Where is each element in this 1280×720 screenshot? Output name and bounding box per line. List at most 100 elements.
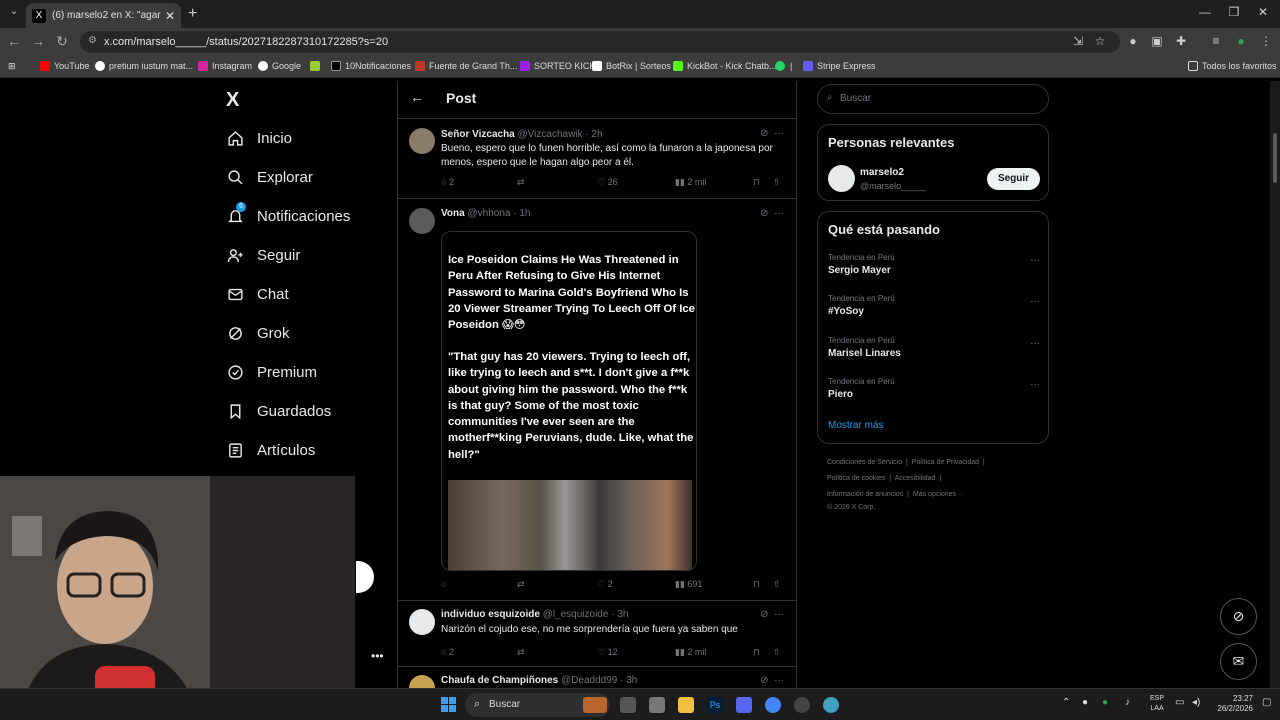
grok-fab-icon[interactable]: ⊘ — [1220, 598, 1257, 635]
reply-button[interactable]: ○ — [441, 579, 446, 589]
new-tab-icon[interactable]: + — [188, 5, 197, 23]
extension-icon[interactable]: ● — [1125, 34, 1141, 48]
task-view-icon[interactable] — [620, 697, 636, 713]
sidebar-item-explorar[interactable]: Explorar — [226, 168, 313, 186]
grok-and-more-icon[interactable]: ⊘ ··· — [760, 675, 784, 686]
browser-tab[interactable]: X (6) marselo2 en X: "agarra al ca ✕ — [26, 3, 181, 28]
like-button[interactable]: ♡ 2 — [597, 579, 613, 590]
site-info-icon[interactable]: ⚙ — [88, 35, 97, 46]
reply-button[interactable]: ○ 2 — [441, 647, 454, 657]
footer-ads-link[interactable]: Información de anuncios — [827, 491, 903, 498]
apps-icon[interactable]: ⊞ — [8, 61, 16, 72]
retweet-button[interactable]: ⇄ — [517, 579, 525, 590]
sidebar-item-premium[interactable]: Premium — [226, 363, 317, 381]
search-highlight-icon[interactable] — [583, 697, 607, 713]
reply-author[interactable]: individuo esquizoide @l_esquizoide · 3h — [441, 609, 628, 620]
puzzle-icon[interactable]: ✚ — [1173, 34, 1189, 48]
bookmark-extra[interactable] — [310, 61, 324, 71]
star-icon[interactable]: ☆ — [1092, 34, 1108, 48]
profile-avatar-icon[interactable]: ● — [1233, 34, 1249, 48]
all-bookmarks[interactable]: Todos los favoritos — [1188, 61, 1277, 71]
floating-button[interactable] — [356, 561, 374, 593]
photoshop-icon[interactable]: Ps — [707, 697, 723, 713]
share-button[interactable]: ⇧ — [773, 647, 781, 658]
sidebar-item-inicio[interactable]: Inicio — [226, 129, 292, 147]
tray-icon[interactable]: ● — [1102, 697, 1108, 708]
footer-more-link[interactable]: Más opciones ··· — [913, 491, 965, 498]
tray-icon[interactable]: ● — [1082, 697, 1088, 708]
show-more-link[interactable]: Mostrar más — [828, 420, 884, 431]
notification-icon[interactable]: ▢ — [1262, 697, 1271, 708]
sidebar-item-grok[interactable]: Grok — [226, 324, 290, 342]
bookmark-botrix[interactable]: BotRix | Sorteos — [592, 61, 671, 71]
views-button[interactable]: ▮▮ 2 mil — [675, 177, 706, 188]
avatar[interactable] — [409, 675, 435, 688]
bookmark-google[interactable]: Google — [258, 61, 301, 71]
page-scrollbar[interactable] — [1270, 81, 1280, 688]
bookmark-kickbot[interactable]: KickBot - Kick Chatb... — [673, 61, 777, 71]
bookmark-button[interactable]: ⊓ — [753, 177, 760, 188]
bookmark-button[interactable]: ⊓ — [753, 647, 760, 658]
grok-and-more-icon[interactable]: ⊘ ··· — [760, 208, 784, 219]
volume-icon[interactable]: ◂) — [1192, 697, 1200, 708]
bookmark-instagram[interactable]: Instagram — [198, 61, 252, 71]
follow-button[interactable]: Seguir — [987, 168, 1040, 190]
menu-icon[interactable]: ⋮ — [1258, 34, 1274, 48]
reply-author[interactable]: Chaufa de Champiñones @Deaddd99 · 3h — [441, 675, 637, 686]
sidebar-item-chat[interactable]: Chat — [226, 285, 289, 303]
trend-item[interactable]: Tendencia en Perú #YoSoy ··· — [828, 294, 1040, 317]
trend-item[interactable]: Tendencia en Perú Piero ··· — [828, 377, 1040, 400]
clock[interactable]: 23:27 26/2/2026 — [1208, 694, 1253, 714]
reply-author[interactable]: Vona @vhhona · 1h — [441, 208, 530, 219]
sidebar-item-notificaciones[interactable]: 6 Notificaciones — [226, 202, 350, 225]
search-input[interactable]: ⌕ Buscar — [817, 84, 1049, 114]
trend-item[interactable]: Tendencia en Perú Sergio Mayer ··· — [828, 253, 1040, 276]
app-icon[interactable] — [823, 697, 839, 713]
grok-and-more-icon[interactable]: ⊘ ··· — [760, 609, 784, 620]
extension-icon[interactable]: ▣ — [1149, 34, 1165, 48]
restore-icon[interactable]: ❐ — [1224, 5, 1244, 19]
footer-privacy-link[interactable]: Política de Privacidad — [912, 459, 979, 466]
footer-terms-link[interactable]: Condiciones de Servicio — [827, 459, 902, 466]
bookmark-stripe[interactable]: Stripe Express — [803, 61, 876, 71]
tray-chevron-icon[interactable]: ⌃ — [1062, 697, 1070, 708]
messages-fab-icon[interactable]: ✉ — [1220, 643, 1257, 680]
x-logo-icon[interactable]: X — [226, 89, 239, 112]
bookmark-fuente[interactable]: Fuente de Grand Th... — [415, 61, 517, 71]
person-name[interactable]: marselo2 — [860, 167, 904, 178]
views-button[interactable]: ▮▮ 2 mil — [675, 647, 706, 658]
views-button[interactable]: ▮▮ 691 — [675, 579, 702, 590]
sidebar-item-articulos[interactable]: Artículos — [226, 441, 315, 459]
footer-accessibility-link[interactable]: Accesibilidad — [895, 475, 936, 482]
avatar[interactable] — [409, 609, 435, 635]
minimize-icon[interactable]: — — [1195, 5, 1215, 19]
tab-search-icon[interactable]: ⌄ — [6, 6, 22, 22]
more-icon[interactable]: ··· — [1030, 338, 1040, 349]
bookmark-pretium[interactable]: pretium iustum mat... — [95, 61, 193, 71]
bookmark-button[interactable]: ⊓ — [753, 579, 760, 590]
grok-and-more-icon[interactable]: ⊘ ··· — [760, 128, 784, 139]
avatar[interactable] — [409, 128, 435, 154]
reply-item[interactable]: Chaufa de Champiñones @Deaddd99 · 3h ⊘ ·… — [398, 667, 796, 688]
more-icon[interactable]: ··· — [1030, 379, 1040, 390]
bookmark-youtube[interactable]: YouTube — [40, 61, 89, 71]
language-indicator[interactable]: ESP LAA — [1150, 694, 1164, 714]
windows-start-icon[interactable] — [441, 697, 456, 712]
scroll-thumb[interactable] — [1273, 133, 1277, 183]
avatar[interactable] — [409, 208, 435, 234]
more-icon[interactable]: ··· — [1030, 255, 1040, 266]
like-button[interactable]: ♡ 26 — [597, 177, 618, 188]
share-button[interactable]: ⇧ — [773, 579, 781, 590]
trend-item[interactable]: Tendencia en Perú Marisel Linares ··· — [828, 336, 1040, 359]
address-bar[interactable]: ⚙ x.com/marselo_____/status/202718228731… — [80, 31, 1120, 53]
avatar[interactable] — [828, 165, 855, 192]
reply-item[interactable]: Señor Vizcacha @Vizcachawik · 2h ⊘ ··· B… — [398, 119, 796, 199]
back-icon[interactable]: ← — [5, 33, 23, 49]
more-icon[interactable]: ··· — [1030, 296, 1040, 307]
close-tab-icon[interactable]: ✕ — [165, 9, 175, 23]
sidebar-item-guardados[interactable]: Guardados — [226, 402, 331, 420]
retweet-button[interactable]: ⇄ — [517, 647, 525, 658]
reply-button[interactable]: ○ 2 — [441, 177, 454, 187]
reply-item[interactable]: individuo esquizoide @l_esquizoide · 3h … — [398, 601, 796, 667]
bookmark-whatsapp[interactable] — [775, 61, 789, 71]
